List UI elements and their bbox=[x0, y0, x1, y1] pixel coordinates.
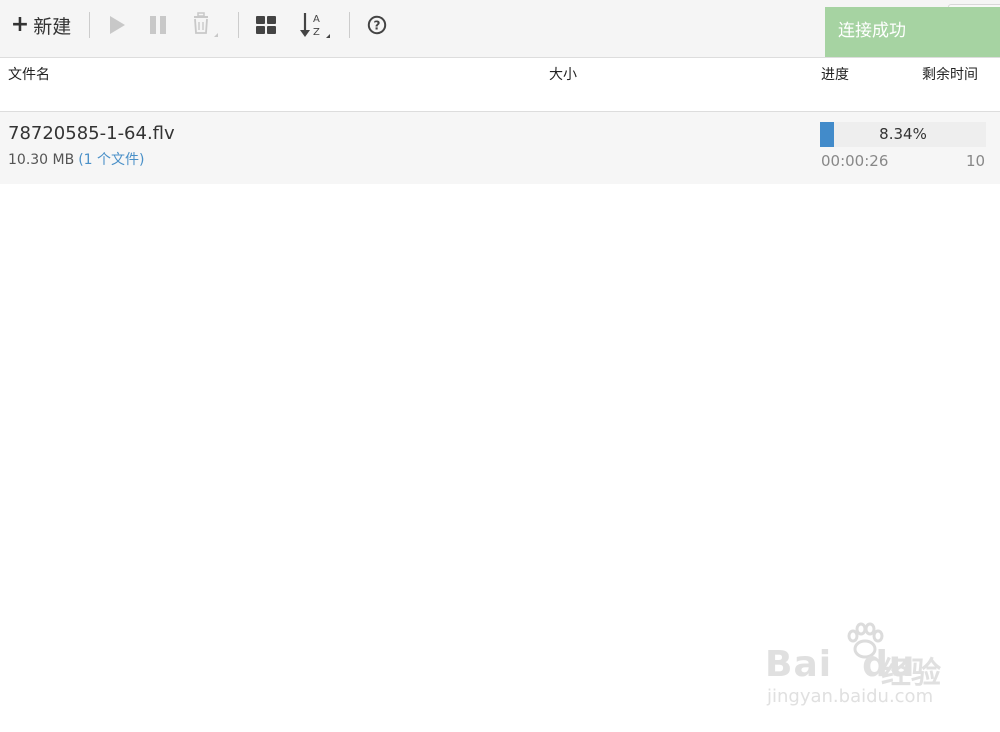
watermark: Bai du 经验 jingyan.baidu.com bbox=[765, 622, 955, 712]
toolbar-divider bbox=[89, 12, 90, 38]
column-header-remaining[interactable]: 剩余时间 bbox=[922, 64, 978, 84]
trash-icon bbox=[194, 12, 218, 37]
start-button[interactable] bbox=[104, 10, 130, 40]
toolbar-divider bbox=[238, 12, 239, 38]
plus-icon: + bbox=[10, 12, 30, 37]
view-mode-button[interactable] bbox=[253, 10, 279, 40]
question-circle-icon: ? bbox=[367, 15, 387, 35]
task-size-info: 10.30 MB (1 个文件) bbox=[8, 149, 145, 169]
pause-button[interactable] bbox=[145, 10, 171, 40]
delete-button[interactable] bbox=[188, 10, 222, 40]
remaining-time: 10 bbox=[966, 152, 986, 170]
new-task-button[interactable]: + 新建 bbox=[6, 10, 76, 40]
svg-text:A: A bbox=[313, 14, 320, 25]
column-header-size[interactable]: 大小 bbox=[549, 64, 577, 84]
grid-icon bbox=[256, 16, 276, 34]
elapsed-time: 00:00:26 bbox=[821, 152, 889, 170]
pause-icon bbox=[150, 16, 166, 34]
task-row[interactable]: 78720585-1-64.flv 10.30 MB (1 个文件) 8.34% … bbox=[0, 112, 1000, 184]
notification-text: 连接成功 bbox=[838, 21, 906, 41]
help-button[interactable]: ? bbox=[364, 10, 390, 40]
task-file-count-link[interactable]: (1 个文件) bbox=[78, 152, 144, 168]
notification-toast: 连接成功 bbox=[825, 7, 1000, 57]
column-header-progress[interactable]: 进度 bbox=[821, 64, 849, 84]
progress-bar: 8.34% bbox=[820, 122, 986, 147]
progress-percent: 8.34% bbox=[879, 125, 927, 143]
column-header-name[interactable]: 文件名 bbox=[8, 64, 50, 84]
svg-text:?: ? bbox=[374, 19, 381, 33]
sort-button[interactable]: A Z bbox=[298, 10, 334, 40]
play-icon bbox=[110, 16, 125, 34]
svg-text:Z: Z bbox=[313, 27, 320, 38]
sort-az-icon: A Z bbox=[300, 13, 330, 38]
toolbar-divider bbox=[349, 12, 350, 38]
new-task-label: 新建 bbox=[33, 15, 72, 38]
task-file-name: 78720585-1-64.flv bbox=[8, 123, 175, 144]
task-file-size: 10.30 MB bbox=[8, 152, 75, 168]
watermark-url: jingyan.baidu.com bbox=[767, 686, 934, 707]
table-header: 文件名 大小 进度 剩余时间 bbox=[0, 58, 1000, 112]
